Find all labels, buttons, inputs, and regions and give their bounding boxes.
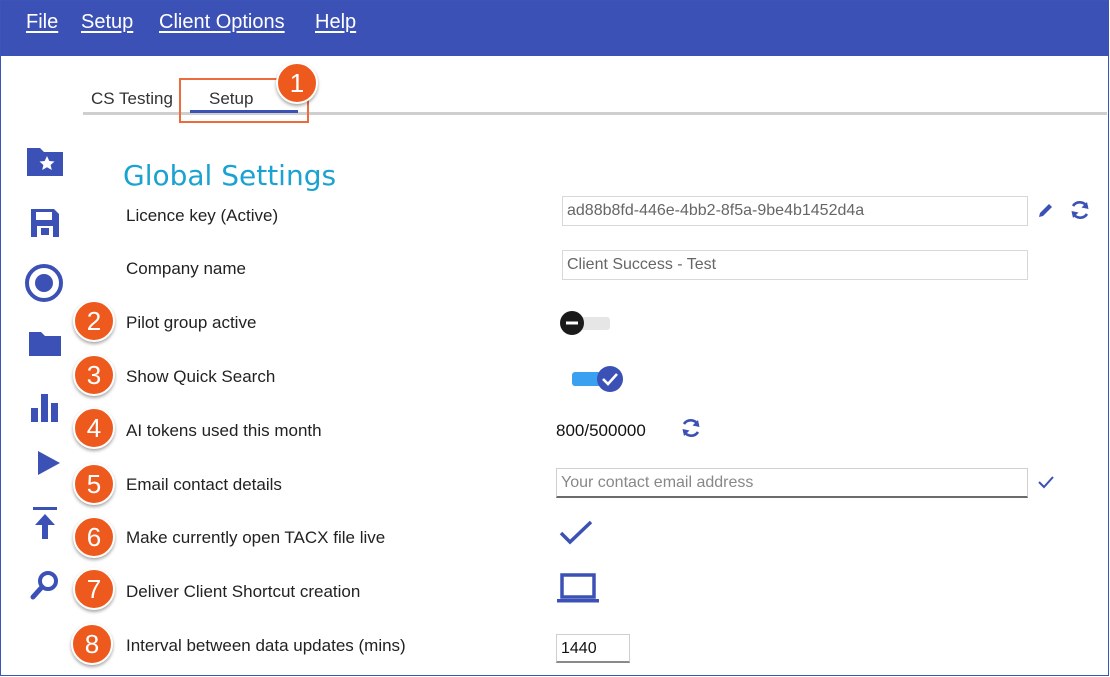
menu-client-options[interactable]: Client Options	[159, 11, 285, 34]
record-icon[interactable]	[22, 261, 66, 305]
company-name-field[interactable]: Client Success - Test	[562, 250, 1028, 280]
ai-tokens-value: 800/500000	[556, 421, 646, 440]
shortcut-label: Deliver Client Shortcut creation	[126, 582, 361, 601]
make-live-check-icon[interactable]	[556, 517, 596, 549]
section-title: Global Settings	[123, 159, 337, 192]
ai-tokens-label: AI tokens used this month	[126, 421, 322, 440]
pilot-group-toggle[interactable]	[558, 310, 612, 336]
annotation-badge-4: 4	[73, 407, 115, 449]
refresh-licence-icon[interactable]	[1067, 197, 1093, 223]
quick-search-label: Show Quick Search	[126, 367, 276, 386]
interval-input[interactable]: 1440	[556, 634, 630, 663]
laptop-icon[interactable]	[554, 571, 602, 605]
tab-cs-testing[interactable]: CS Testing	[91, 89, 173, 109]
company-name-label: Company name	[126, 259, 247, 278]
licence-key-field[interactable]: ad88b8fd-446e-4bb2-8f5a-9be4b1452d4a	[562, 196, 1028, 226]
annotation-badge-3: 3	[73, 354, 115, 396]
quick-search-toggle[interactable]	[569, 365, 627, 393]
menu-bar: File Setup Client Options Help	[1, 1, 1109, 56]
search-icon[interactable]	[23, 563, 67, 607]
make-live-label: Make currently open TACX file live	[126, 528, 386, 547]
licence-key-label: Licence key (Active)	[126, 206, 279, 225]
folder-star-icon[interactable]	[23, 139, 67, 183]
edit-icon[interactable]	[1035, 198, 1057, 222]
bar-chart-icon[interactable]	[23, 385, 67, 429]
menu-setup[interactable]: Setup	[81, 11, 133, 34]
menu-file[interactable]: File	[26, 11, 58, 34]
save-icon[interactable]	[23, 201, 67, 245]
interval-label: Interval between data updates (mins)	[126, 636, 406, 655]
app-window: File Setup Client Options Help CS Testin…	[0, 0, 1109, 676]
annotation-badge-6: 6	[73, 516, 115, 558]
email-label: Email contact details	[126, 475, 282, 494]
play-icon[interactable]	[25, 441, 69, 485]
annotation-badge-7: 7	[73, 568, 115, 610]
folder-icon[interactable]	[23, 321, 67, 365]
email-confirm-icon[interactable]	[1035, 471, 1057, 493]
upload-icon[interactable]	[23, 501, 67, 545]
annotation-badge-1: 1	[276, 62, 318, 104]
email-input[interactable]: Your contact email address	[556, 468, 1028, 498]
annotation-badge-8: 8	[71, 623, 113, 665]
annotation-badge-5: 5	[73, 463, 115, 505]
menu-help[interactable]: Help	[315, 11, 356, 34]
pilot-group-label: Pilot group active	[126, 313, 257, 332]
refresh-tokens-icon[interactable]	[678, 415, 704, 441]
annotation-badge-2: 2	[73, 300, 115, 342]
